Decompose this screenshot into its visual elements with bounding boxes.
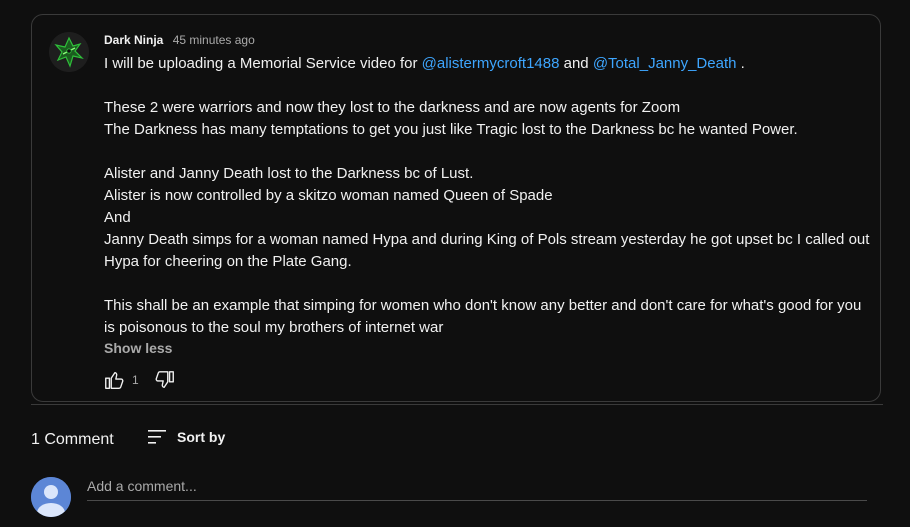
- author-name[interactable]: Dark Ninja: [104, 33, 163, 47]
- comment-line: I will be uploading a Memorial Service v…: [104, 53, 872, 75]
- sort-icon: [148, 430, 166, 444]
- comment-line: This shall be an example that simping fo…: [104, 297, 862, 336]
- comment-card: Dark Ninja 45 minutes ago I will be uplo…: [31, 14, 881, 402]
- comment-line: And: [104, 209, 131, 226]
- comment-line: Alister is now controlled by a skitzo wo…: [104, 187, 553, 204]
- comment-line: These 2 were warriors and now they lost …: [104, 99, 681, 116]
- comment-text: I will be uploading a Memorial Service v…: [104, 53, 872, 339]
- mention-link-total-janny-death[interactable]: @Total_Janny_Death: [593, 55, 737, 72]
- like-button[interactable]: [102, 368, 126, 392]
- comment-line: Alister and Janny Death lost to the Dark…: [104, 165, 474, 182]
- sort-by-button[interactable]: Sort by: [147, 428, 225, 446]
- show-less-button[interactable]: Show less: [104, 340, 172, 356]
- author-avatar[interactable]: [49, 32, 89, 72]
- like-count: 1: [132, 373, 139, 387]
- comment-line: Janny Death simps for a woman named Hypa…: [104, 231, 870, 270]
- comment-timestamp[interactable]: 45 minutes ago: [173, 33, 255, 47]
- thumbs-up-icon: [105, 371, 124, 389]
- dislike-button[interactable]: [153, 368, 177, 392]
- user-avatar[interactable]: [31, 477, 71, 517]
- comment-text-segment: .: [736, 55, 745, 72]
- comments-count: 1 Comment: [31, 431, 114, 448]
- ninja-logo-icon: [49, 32, 89, 72]
- comment-actions: 1: [102, 368, 177, 392]
- comment-text-segment: I will be uploading a Memorial Service v…: [104, 55, 422, 72]
- add-comment-field[interactable]: [87, 478, 867, 502]
- comment-header: Dark Ninja 45 minutes ago: [104, 33, 255, 48]
- add-comment-input[interactable]: [87, 478, 867, 501]
- divider: [31, 404, 883, 405]
- mention-link-alistermycroft[interactable]: @alistermycroft1488: [422, 55, 560, 72]
- comment-text-segment: and: [559, 55, 593, 72]
- default-avatar-icon: [31, 477, 71, 517]
- sort-by-label: Sort by: [177, 429, 226, 445]
- comment-line: The Darkness has many temptations to get…: [104, 121, 798, 138]
- thumbs-down-icon: [155, 371, 174, 389]
